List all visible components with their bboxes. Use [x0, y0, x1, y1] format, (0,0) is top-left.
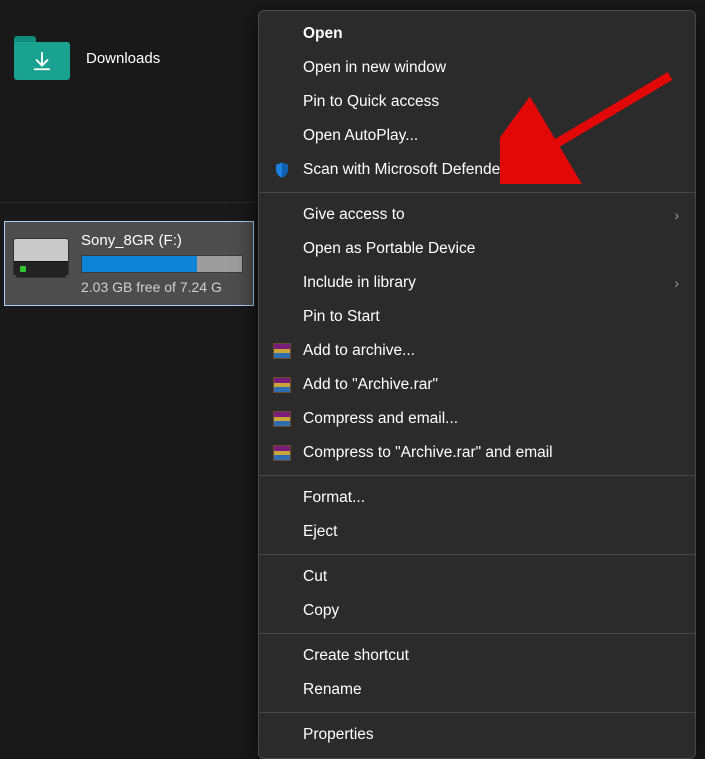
menu-item[interactable]: Compress and email... — [259, 402, 695, 436]
menu-separator — [259, 554, 695, 555]
menu-item[interactable]: Open — [259, 17, 695, 51]
menu-item[interactable]: Include in library› — [259, 266, 695, 300]
menu-item-label: Compress to "Archive.rar" and email — [303, 444, 679, 462]
menu-item[interactable]: Open in new window — [259, 51, 695, 85]
menu-item[interactable]: Scan with Microsoft Defender... — [259, 153, 695, 187]
menu-item-label: Add to "Archive.rar" — [303, 376, 679, 394]
menu-item-iconcol — [273, 160, 303, 180]
menu-item-label: Open — [303, 25, 679, 43]
folder-label: Downloads — [86, 50, 160, 67]
menu-separator — [259, 633, 695, 634]
menu-separator — [259, 475, 695, 476]
menu-item-label: Format... — [303, 489, 679, 507]
menu-item-label: Include in library — [303, 274, 674, 292]
menu-item-label: Open AutoPlay... — [303, 127, 679, 145]
menu-item-label: Open in new window — [303, 59, 679, 77]
menu-item-label: Copy — [303, 602, 679, 620]
winrar-icon — [273, 377, 291, 393]
drive-name: Sony_8GR (F:) — [81, 232, 243, 249]
menu-item[interactable]: Cut — [259, 560, 695, 594]
menu-item[interactable]: Create shortcut — [259, 639, 695, 673]
menu-item-label: Rename — [303, 681, 679, 699]
download-arrow-icon — [31, 50, 53, 72]
menu-item-label: Add to archive... — [303, 342, 679, 360]
menu-item-label: Properties — [303, 726, 679, 744]
menu-item[interactable]: Eject — [259, 515, 695, 549]
winrar-icon — [273, 445, 291, 461]
menu-separator — [259, 712, 695, 713]
menu-item-iconcol — [273, 445, 303, 461]
menu-separator — [259, 192, 695, 193]
menu-item[interactable]: Add to archive... — [259, 334, 695, 368]
menu-item[interactable]: Give access to› — [259, 198, 695, 232]
drive-usage-bar — [81, 255, 243, 273]
menu-item-label: Create shortcut — [303, 647, 679, 665]
explorer-pane: Downloads Sony_8GR (F:) 2.03 GB free of … — [0, 0, 258, 306]
menu-item-iconcol — [273, 343, 303, 359]
menu-item[interactable]: Pin to Start — [259, 300, 695, 334]
menu-item[interactable]: Format... — [259, 481, 695, 515]
folder-icon — [14, 36, 70, 80]
menu-item-label: Pin to Quick access — [303, 93, 679, 111]
menu-item[interactable]: Open AutoPlay... — [259, 119, 695, 153]
drive-item-selected[interactable]: Sony_8GR (F:) 2.03 GB free of 7.24 G — [4, 221, 254, 306]
menu-item[interactable]: Compress to "Archive.rar" and email — [259, 436, 695, 470]
menu-item[interactable]: Properties — [259, 718, 695, 752]
menu-item[interactable]: Rename — [259, 673, 695, 707]
shield-icon — [273, 160, 291, 180]
menu-item[interactable]: Pin to Quick access — [259, 85, 695, 119]
menu-item-label: Open as Portable Device — [303, 240, 679, 258]
drive-info: Sony_8GR (F:) 2.03 GB free of 7.24 G — [81, 232, 243, 295]
menu-item-label: Scan with Microsoft Defender... — [303, 161, 679, 179]
folder-item-downloads[interactable]: Downloads — [0, 0, 258, 92]
menu-item[interactable]: Add to "Archive.rar" — [259, 368, 695, 402]
menu-item-label: Compress and email... — [303, 410, 679, 428]
winrar-icon — [273, 343, 291, 359]
divider — [0, 202, 258, 203]
menu-item[interactable]: Copy — [259, 594, 695, 628]
menu-item-label: Give access to — [303, 206, 674, 224]
chevron-right-icon: › — [674, 207, 679, 223]
menu-item-iconcol — [273, 411, 303, 427]
menu-item-iconcol — [273, 377, 303, 393]
menu-item[interactable]: Open as Portable Device — [259, 232, 695, 266]
menu-item-label: Eject — [303, 523, 679, 541]
menu-item-label: Pin to Start — [303, 308, 679, 326]
context-menu: Open Open in new window Pin to Quick acces… — [258, 10, 696, 759]
winrar-icon — [273, 411, 291, 427]
drive-usage-fill — [82, 256, 197, 272]
drive-icon — [13, 238, 69, 278]
menu-item-label: Cut — [303, 568, 679, 586]
chevron-right-icon: › — [674, 275, 679, 291]
drive-free-text: 2.03 GB free of 7.24 G — [81, 279, 243, 295]
